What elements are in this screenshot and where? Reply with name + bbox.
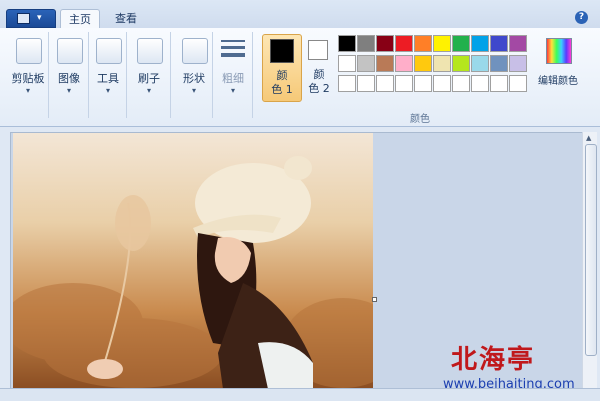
edit-colors-icon [546,38,572,64]
tab-home[interactable]: 主页 [60,9,100,29]
color-swatch[interactable] [490,75,508,92]
brush-icon [137,38,163,64]
color-swatch[interactable] [376,35,394,52]
color-swatch[interactable] [376,55,394,72]
chevron-down-icon: ▾ [37,13,42,23]
color-1-button[interactable]: 颜 色 1 [262,34,302,102]
brushes-label: 刷子 [138,72,160,85]
shapes-label: 形状 [183,72,205,85]
color-swatch[interactable] [376,75,394,92]
chevron-down-icon: ▾ [146,86,151,95]
scroll-up-icon[interactable]: ▲ [586,134,591,142]
color-swatch[interactable] [433,55,451,72]
tab-view[interactable]: 查看 [106,9,146,28]
color-palette [338,35,538,95]
color-swatch[interactable] [395,55,413,72]
size-line-icon [221,46,245,49]
color-swatch[interactable] [509,55,527,72]
image-label: 图像 [58,72,80,85]
color-swatch[interactable] [433,75,451,92]
color-swatch[interactable] [490,35,508,52]
paint-menu-icon [17,13,30,24]
paint-menu-button[interactable]: ▾ [6,9,56,28]
color-swatch[interactable] [452,35,470,52]
drawing-canvas-area[interactable]: 北海亭 www.beihaiting.com [10,132,584,392]
edit-colors-label: 编辑颜色 [538,76,578,87]
help-icon[interactable]: ? [575,11,588,24]
color-1-label: 颜 [276,69,288,82]
color-swatch[interactable] [395,35,413,52]
shapes-icon [182,38,208,64]
canvas-resize-handle[interactable] [372,297,377,302]
color-swatch[interactable] [414,35,432,52]
size-line-icon [221,53,245,57]
chevron-down-icon: ▾ [25,86,30,95]
scrollbar-thumb[interactable] [585,144,597,356]
tools-label: 工具 [97,72,119,85]
color-swatch[interactable] [338,35,356,52]
color-swatch[interactable] [490,55,508,72]
photo-illustration [13,156,373,389]
image-select-icon [57,38,83,64]
color-swatch[interactable] [452,55,470,72]
tools-icon [96,38,122,64]
size-label: 粗细 [222,72,244,85]
color-swatch[interactable] [357,35,375,52]
shapes-button[interactable]: 形状 ▾ [176,32,213,118]
color-1-label: 色 1 [271,83,293,96]
clipboard-icon [16,38,42,64]
ribbon-tab-bar: ▾ 主页 查看 ? [0,0,600,29]
color-swatch[interactable] [452,75,470,92]
canvas-image[interactable] [13,133,373,389]
image-button[interactable]: 图像 ▾ [50,32,89,118]
edit-colors-button[interactable]: 编辑颜色 [536,34,580,100]
color-2-button[interactable]: 颜 色 2 [304,34,334,100]
color-swatch[interactable] [509,75,527,92]
color-1-swatch [270,39,294,63]
color-swatch[interactable] [471,55,489,72]
color-swatch[interactable] [414,55,432,72]
size-button[interactable]: 粗细 ▾ [214,32,253,118]
chevron-down-icon: ▾ [230,86,235,95]
brushes-button[interactable]: 刷子 ▾ [128,32,171,118]
color-swatch[interactable] [395,75,413,92]
color-swatch[interactable] [471,75,489,92]
watermark-title: 北海亭 [451,345,536,375]
color-swatch[interactable] [357,55,375,72]
clipboard-button[interactable]: 剪贴板 ▾ [8,32,49,118]
color-swatch[interactable] [414,75,432,92]
colors-group-label: 颜色 [410,114,430,125]
color-swatch[interactable] [357,75,375,92]
color-swatch[interactable] [509,35,527,52]
color-2-label: 颜 [313,68,325,81]
chevron-down-icon: ▾ [66,86,71,95]
color-swatch[interactable] [433,35,451,52]
color-swatch[interactable] [338,75,356,92]
clipboard-label: 剪贴板 [11,72,45,85]
vertical-scrollbar[interactable]: ▲ [582,132,597,388]
chevron-down-icon: ▾ [191,86,196,95]
tools-button[interactable]: 工具 ▾ [90,32,127,118]
color-2-label: 色 2 [308,82,330,95]
color-swatch[interactable] [338,55,356,72]
color-2-swatch [308,40,328,60]
ribbon: 剪贴板 ▾ 图像 ▾ 工具 ▾ 刷子 ▾ 形状 ▾ 粗细 ▾ 颜 色 1 颜 色… [0,28,600,127]
color-swatch[interactable] [471,35,489,52]
size-line-icon [221,40,245,42]
status-bar [0,388,600,401]
chevron-down-icon: ▾ [105,86,110,95]
